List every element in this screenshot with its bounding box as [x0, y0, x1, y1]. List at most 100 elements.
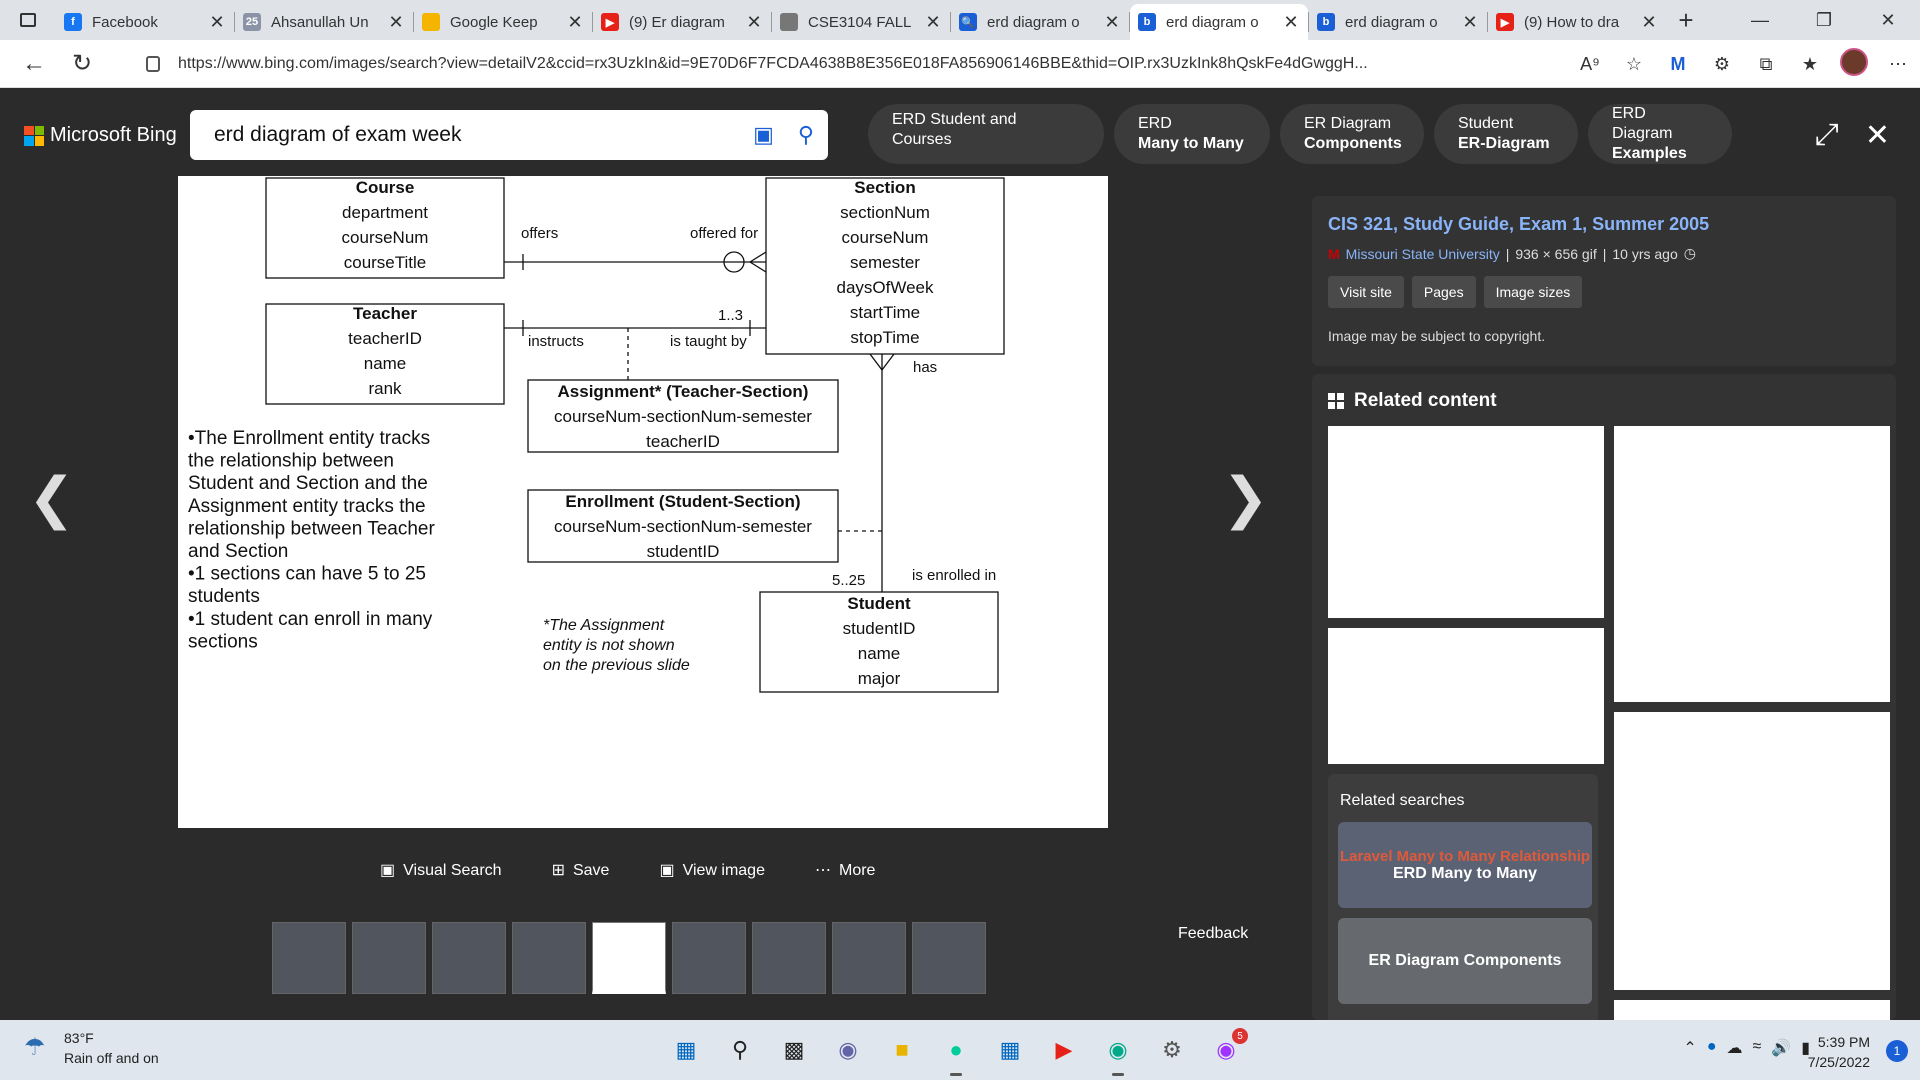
bing-logo[interactable]: Microsoft Bing — [24, 124, 177, 147]
note-line: students — [188, 586, 260, 607]
collections-icon[interactable]: ⧉ — [1744, 54, 1788, 75]
browser-tab[interactable]: ▶ (9) How to dra ✕ — [1488, 6, 1666, 38]
settings-menu-icon[interactable]: ⋯ — [1876, 54, 1920, 75]
read-aloud-icon[interactable]: A⁹ — [1568, 54, 1612, 75]
url-field[interactable]: https://www.bing.com/images/search?view=… — [130, 48, 1490, 80]
close-tab-icon[interactable]: ✕ — [1282, 12, 1300, 33]
source-link[interactable]: Missouri State University — [1346, 246, 1500, 262]
close-tab-icon[interactable]: ✕ — [566, 12, 584, 33]
related-search-card[interactable]: Laravel Many to Many Relationship ERD Ma… — [1338, 822, 1592, 908]
related-thumbnail[interactable] — [1328, 426, 1604, 618]
more-button[interactable]: ⋯ More — [815, 860, 875, 880]
extensions-icon[interactable]: ⚙ — [1700, 54, 1744, 75]
thumbnail[interactable] — [912, 922, 986, 994]
thumbnail[interactable] — [512, 922, 586, 994]
bing-header: Microsoft Bing erd diagram of exam week … — [0, 88, 1920, 176]
related-chip[interactable]: ERD Student and Courses — [868, 104, 1104, 164]
related-search-card[interactable]: ER Diagram Components — [1338, 918, 1592, 1004]
close-tab-icon[interactable]: ✕ — [745, 12, 763, 33]
related-thumbnail[interactable] — [1614, 426, 1890, 702]
store-icon[interactable]: ▦ — [990, 1030, 1030, 1070]
search-icon[interactable]: ⚲ — [798, 122, 814, 148]
related-chip[interactable]: ERD Many to Many — [1114, 104, 1270, 164]
browser-tab[interactable]: b erd diagram o ✕ — [1130, 4, 1308, 40]
browser-tab[interactable]: CSE3104 FALL ✕ — [772, 6, 950, 38]
chat-icon[interactable]: ◉ — [828, 1030, 868, 1070]
extension-m-icon[interactable]: M — [1656, 54, 1700, 75]
favorites-icon[interactable]: ★ — [1788, 54, 1832, 75]
start-icon[interactable]: ▦ — [666, 1030, 706, 1070]
next-image-icon[interactable]: ❯ — [1222, 466, 1269, 531]
close-window-button[interactable]: ✕ — [1856, 0, 1920, 40]
minimize-button[interactable]: — — [1728, 0, 1792, 40]
youtube-icon[interactable]: ▶ — [1044, 1030, 1084, 1070]
browser-tab[interactable]: b erd diagram o ✕ — [1309, 6, 1487, 38]
browser-tab[interactable]: f Facebook ✕ — [56, 6, 234, 38]
favorite-add-icon[interactable]: ☆ — [1612, 54, 1656, 75]
refresh-button[interactable]: ↻ — [58, 40, 106, 88]
weather-widget[interactable]: ☂ 83°F Rain off and on — [24, 1030, 159, 1066]
thumbnail[interactable] — [272, 922, 346, 994]
task-view-icon[interactable]: ▩ — [774, 1030, 814, 1070]
close-tab-icon[interactable]: ✕ — [1103, 12, 1121, 33]
browser-tab[interactable]: Google Keep ✕ — [414, 6, 592, 38]
messenger-icon[interactable]: ◉ 5 — [1206, 1028, 1248, 1070]
taskbar: ☂ 83°F Rain off and on ▦ ⚲ ▩ ◉ ■ ● ▦ ▶ ◉… — [0, 1020, 1920, 1080]
thumbnail[interactable] — [752, 922, 826, 994]
close-tab-icon[interactable]: ✕ — [208, 12, 226, 33]
browser-tab[interactable]: ▶ (9) Er diagram ✕ — [593, 6, 771, 38]
expand-icon[interactable]: ⤢ — [1815, 118, 1839, 153]
edge-icon[interactable]: ● — [936, 1030, 976, 1076]
related-thumbnail[interactable] — [1328, 628, 1604, 764]
close-tab-icon[interactable]: ✕ — [1461, 12, 1479, 33]
new-tab-button[interactable]: + — [1666, 5, 1706, 36]
messenger-badge: 5 — [1232, 1028, 1248, 1044]
browser-tab[interactable]: 🔍 erd diagram o ✕ — [951, 6, 1129, 38]
browser-tab[interactable]: 25 Ahsanullah Un ✕ — [235, 6, 413, 38]
close-tab-icon[interactable]: ✕ — [924, 12, 942, 33]
system-tray: ⌃ ● ☁ ≈ 🔊 ▮ — [1683, 1038, 1810, 1058]
related-thumbnail[interactable] — [1614, 712, 1890, 990]
thumbnail[interactable] — [672, 922, 746, 994]
onedrive-icon[interactable]: ☁ — [1726, 1038, 1742, 1058]
thumbnail[interactable] — [832, 922, 906, 994]
related-search-overlay: Laravel Many to Many Relationship — [1339, 847, 1591, 865]
visual-search-icon[interactable]: ▣ — [753, 122, 774, 148]
related-chip[interactable]: ER Diagram Components — [1280, 104, 1424, 164]
related-thumbnail[interactable] — [1614, 1000, 1890, 1020]
profile-avatar[interactable] — [1832, 47, 1876, 81]
close-viewer-icon[interactable]: ✕ — [1865, 118, 1890, 153]
thumbnail[interactable] — [352, 922, 426, 994]
close-tab-icon[interactable]: ✕ — [1640, 12, 1658, 33]
volume-icon[interactable]: 🔊 — [1771, 1038, 1791, 1058]
image-title-link[interactable]: CIS 321, Study Guide, Exam 1, Summer 200… — [1328, 214, 1880, 235]
settings-icon[interactable]: ⚙ — [1152, 1030, 1192, 1070]
bluetooth-icon[interactable]: ● — [1707, 1038, 1717, 1058]
thumbnail-selected[interactable] — [592, 922, 666, 994]
notification-count[interactable]: 1 — [1886, 1040, 1908, 1062]
search-icon[interactable]: ⚲ — [720, 1030, 760, 1070]
file-explorer-icon[interactable]: ■ — [882, 1030, 922, 1070]
pages-button[interactable]: Pages — [1411, 276, 1476, 308]
wifi-icon[interactable]: ≈ — [1752, 1038, 1761, 1058]
workspaces-button[interactable] — [0, 0, 56, 40]
save-button[interactable]: ⊞ Save — [552, 860, 610, 880]
thumbnail[interactable] — [432, 922, 506, 994]
visit-site-button[interactable]: Visit site — [1328, 276, 1404, 308]
related-chip[interactable]: ERD Diagram Examples — [1588, 104, 1732, 164]
back-button[interactable]: ← — [10, 40, 58, 88]
feedback-link[interactable]: Feedback — [1178, 925, 1248, 943]
maximize-button[interactable]: ❐ — [1792, 0, 1856, 40]
close-tab-icon[interactable]: ✕ — [387, 12, 405, 33]
previous-image-icon[interactable]: ❮ — [28, 466, 75, 531]
view-image-button[interactable]: ▣ View image — [659, 860, 765, 880]
related-chip[interactable]: Student ER-Diagram — [1434, 104, 1578, 164]
chrome-like-icon[interactable]: ◉ — [1098, 1030, 1138, 1076]
tray-chevron-icon[interactable]: ⌃ — [1683, 1038, 1696, 1058]
visual-search-button[interactable]: ▣ Visual Search — [380, 860, 502, 880]
info-buttons: Visit site Pages Image sizes — [1328, 276, 1880, 308]
search-input[interactable]: erd diagram of exam week ▣ ⚲ — [190, 110, 828, 160]
clock[interactable]: 5:39 PM 7/25/2022 — [1808, 1032, 1870, 1072]
image-sizes-button[interactable]: Image sizes — [1483, 276, 1583, 308]
url-text: https://www.bing.com/images/search?view=… — [178, 55, 1368, 72]
